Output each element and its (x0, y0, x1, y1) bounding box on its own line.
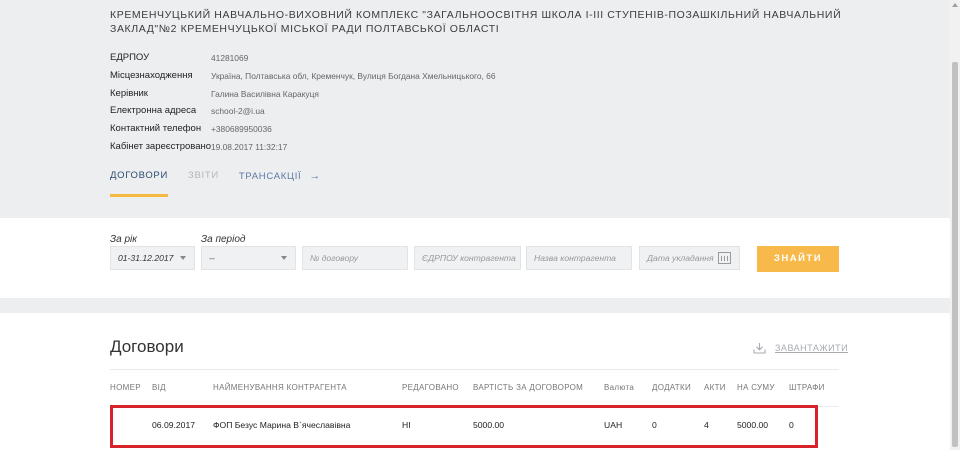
organization-header: КРЕМЕНЧУЦЬКИЙ НАВЧАЛЬНО-ВИХОВНИЙ КОМПЛЕК… (0, 0, 950, 218)
filter-panel: За рік За період 01-31.12.2017 -- № дого… (0, 218, 950, 298)
column-header-acts-sum[interactable]: НА СУМУ (737, 383, 775, 392)
column-header-date[interactable]: ВІД (152, 383, 166, 392)
download-button[interactable]: ЗАВАНТАЖИТИ (753, 342, 848, 354)
tab-transactions[interactable]: ТРАНСАКЦІЇ → (239, 170, 321, 182)
contracts-panel: Договори ЗАВАНТАЖИТИ НОМЕР ВІД НАЙМЕНУВА… (0, 313, 950, 450)
info-label: Керівник (110, 87, 148, 99)
organization-title: КРЕМЕНЧУЦЬКИЙ НАВЧАЛЬНО-ВИХОВНИЙ КОМПЛЕК… (110, 9, 842, 35)
info-row-phone: Контактний телефон +380689950036 (110, 123, 495, 141)
year-select[interactable]: 01-31.12.2017 (110, 246, 195, 270)
column-header-currency[interactable]: Валюта (604, 383, 634, 392)
chevron-down-icon (180, 256, 186, 260)
counterparty-edrpou-input[interactable]: ЄДРПОУ контрагента (414, 246, 521, 270)
info-value: +380689950036 (211, 124, 272, 135)
column-header-amount[interactable]: ВАРТІСТЬ ЗА ДОГОВОРОМ (473, 383, 583, 392)
cell-number: - (110, 420, 113, 430)
info-value: 41281069 (211, 53, 249, 63)
info-row-email: Електронна адреса school-2@i.ua (110, 105, 495, 123)
year-filter-label: За рік (110, 234, 137, 245)
search-button[interactable]: ЗНАЙТИ (757, 246, 839, 272)
calendar-icon[interactable] (718, 252, 731, 264)
tab-reports[interactable]: ЗВІТИ (188, 170, 219, 182)
vertical-scrollbar[interactable] (950, 0, 960, 450)
info-label: Контактний телефон (110, 123, 202, 135)
info-value: Галина Василівна Каракуця (211, 88, 319, 99)
cell-edited: НІ (402, 420, 411, 430)
cell-amount: 5000.00 (473, 420, 505, 430)
download-icon (753, 342, 766, 354)
contracts-title: Договори (110, 337, 184, 356)
download-label: ЗАВАНТАЖИТИ (775, 343, 849, 353)
column-header-edited[interactable]: РЕДАГОВАНО (402, 383, 459, 392)
info-row-director: Керівник Галина Василівна Каракуця (110, 88, 495, 106)
period-filter-label: За період (201, 234, 246, 245)
counterparty-name-input[interactable]: Назва контрагента (526, 246, 632, 270)
cell-acts-sum: 5000.00 (737, 420, 769, 430)
cell-penalties: 0 (789, 420, 794, 430)
organization-info: ЕДРПОУ 41281069 Місцезнаходження Україна… (110, 52, 495, 159)
cell-addenda: 0 (652, 420, 657, 430)
contract-number-input[interactable]: № договору (302, 246, 408, 270)
column-header-penalties[interactable]: ШТРАФИ (789, 383, 825, 392)
column-header-counterparty[interactable]: НАЙМЕНУВАННЯ КОНТРАГЕНТА (213, 383, 347, 392)
info-label: ЕДРПОУ (110, 52, 150, 63)
info-label: Кабінет зареєстровано (110, 140, 212, 152)
info-row-registered: Кабінет зареєстровано 19.08.2017 11:32:1… (110, 141, 495, 159)
contract-date-input[interactable]: Дата укладання (639, 246, 740, 270)
arrow-right-icon: → (309, 170, 322, 182)
table-divider (110, 369, 839, 370)
cell-counterparty[interactable]: ФОП Безус Марина В`ячеславівна (213, 420, 350, 430)
period-select[interactable]: -- (201, 246, 296, 270)
year-select-value: 01-31.12.2017 (118, 253, 174, 263)
info-label: Електронна адреса (110, 105, 197, 117)
contract-date-placeholder: Дата укладання (647, 253, 714, 263)
info-row-edrpou: ЕДРПОУ 41281069 (110, 52, 495, 70)
scroll-up-icon[interactable] (952, 3, 958, 7)
tab-contracts[interactable]: ДОГОВОРИ (110, 170, 168, 197)
info-value: school-2@i.ua (211, 106, 265, 117)
column-header-number[interactable]: НОМЕР (110, 383, 141, 392)
info-value: Україна, Полтавська обл, Кременчук, Вули… (211, 70, 496, 81)
info-value: 19.08.2017 11:32:17 (211, 141, 288, 152)
cell-acts: 4 (704, 420, 709, 430)
chevron-down-icon (281, 256, 287, 260)
tab-transactions-label: ТРАНСАКЦІЇ (238, 170, 302, 182)
column-header-acts[interactable]: АКТИ (704, 383, 726, 392)
info-row-location: Місцезнаходження Україна, Полтавська обл… (110, 70, 495, 88)
period-select-value: -- (209, 253, 215, 263)
column-header-addenda[interactable]: ДОДАТКИ (652, 383, 691, 392)
cell-date: 06.09.2017 (152, 420, 196, 430)
info-label: Місцезнаходження (110, 69, 193, 81)
cell-currency: UAH (604, 420, 623, 430)
scrollbar-thumb[interactable] (952, 62, 958, 447)
tab-bar: ДОГОВОРИ ЗВІТИ ТРАНСАКЦІЇ → (110, 170, 341, 197)
